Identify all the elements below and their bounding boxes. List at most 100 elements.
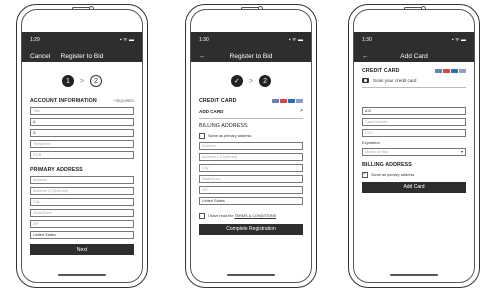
same-as-primary-label: Same as primary address bbox=[208, 133, 252, 138]
add-card-label: ADD CARD bbox=[199, 108, 224, 114]
address-2-field[interactable]: Address 2 (Optional) bbox=[30, 187, 134, 195]
expiration-label: Expiration bbox=[362, 139, 380, 145]
same-as-primary-label: Same as primary address bbox=[371, 172, 415, 177]
card-logo-icon bbox=[451, 69, 458, 73]
phone-add-card: 1:30 ▪ ᯤ ▬ ← Add Card CREDIT CARD Scan y… bbox=[348, 4, 480, 288]
nav-bar: ← Register to Bid bbox=[199, 50, 303, 62]
title-field[interactable]: Title bbox=[30, 107, 134, 115]
terms-prefix: I have read the bbox=[208, 213, 235, 218]
address-field[interactable]: Address bbox=[199, 141, 303, 150]
terms-link[interactable]: TERMS & CONDITIONS bbox=[234, 214, 276, 218]
credit-card-heading: CREDIT CARD bbox=[362, 68, 400, 74]
country-select[interactable]: United States bbox=[199, 196, 303, 205]
card-logo-icon bbox=[443, 69, 450, 73]
step-2-indicator: 2 bbox=[259, 75, 272, 87]
complete-registration-button[interactable]: Complete Registration bbox=[199, 223, 303, 235]
account-info-heading: ACCOUNT INFORMATION bbox=[30, 98, 97, 104]
nav-bar: Cancel Register to Bid bbox=[30, 50, 134, 62]
country-select[interactable]: United States bbox=[30, 231, 134, 239]
city-field[interactable]: City bbox=[199, 163, 303, 172]
divider bbox=[199, 118, 303, 119]
chevron-right-icon: > bbox=[300, 108, 303, 114]
back-arrow-icon[interactable]: ← bbox=[199, 53, 225, 60]
address-2-field[interactable]: Address 2 (Optional) bbox=[199, 152, 303, 161]
same-as-primary-checkbox-row[interactable]: ✓ Same as primary address bbox=[362, 171, 466, 178]
home-indicator bbox=[390, 274, 438, 276]
same-as-primary-checkbox[interactable]: ✓ bbox=[362, 171, 368, 178]
cardholder-name-field[interactable]: A D bbox=[362, 106, 466, 115]
step-indicator: 1 > 2 bbox=[30, 74, 134, 88]
step-2-indicator: 2 bbox=[90, 75, 103, 87]
step-indicator: ✓ > 2 bbox=[199, 74, 303, 88]
dropdown-arrow-icon: ▾ bbox=[460, 149, 463, 155]
first-name-field[interactable]: A bbox=[30, 118, 134, 126]
billing-address-heading: BILLING ADDRESS bbox=[362, 161, 412, 168]
card-logo-icon bbox=[459, 69, 466, 73]
screen: 1:30 ▪ ᯤ ▬ ← Register to Bid ✓ > 2 CREDI… bbox=[190, 9, 312, 283]
address-field[interactable]: Address bbox=[30, 176, 134, 184]
home-indicator bbox=[227, 274, 275, 276]
status-icons: ▪ ᯤ ▬ bbox=[119, 37, 134, 43]
zip-field[interactable]: ZIP bbox=[30, 220, 134, 228]
back-arrow-icon[interactable]: ← bbox=[362, 53, 388, 60]
step-arrow-icon: > bbox=[248, 77, 254, 85]
city-field[interactable]: City bbox=[30, 198, 134, 206]
next-button[interactable]: Next bbox=[30, 244, 134, 255]
card-logos-icon bbox=[435, 69, 466, 73]
state-field[interactable]: State/Zone bbox=[30, 209, 134, 217]
same-as-primary-checkbox[interactable] bbox=[199, 132, 205, 139]
telephone-field[interactable]: Telephone bbox=[30, 140, 134, 148]
camera-icon bbox=[362, 78, 369, 83]
terms-label: I have read the TERMS & CONDITIONS bbox=[208, 214, 276, 218]
phone-register-step-1: 1:29 ▪ ᯤ ▬ Cancel Register to Bid 1 > 2 … bbox=[16, 4, 148, 288]
zip-field[interactable]: ZIP bbox=[199, 185, 303, 194]
step-arrow-icon: > bbox=[79, 77, 85, 85]
card-logo-icon bbox=[272, 99, 279, 103]
form-content: CREDIT CARD Scan your credit card A D Ca… bbox=[362, 64, 466, 264]
screen: 1:29 ▪ ᯤ ▬ Cancel Register to Bid 1 > 2 … bbox=[21, 9, 143, 283]
form-content: ✓ > 2 CREDIT CARD ADD CARD > BILLING ADD… bbox=[199, 64, 303, 264]
page-title: Register to Bid bbox=[229, 52, 273, 60]
page-title: Register to Bid bbox=[60, 52, 104, 60]
card-logos-icon bbox=[272, 99, 303, 103]
billing-address-heading: BILLING ADDRESS bbox=[199, 122, 248, 129]
phone-register-step-2: 1:30 ▪ ᯤ ▬ ← Register to Bid ✓ > 2 CREDI… bbox=[185, 4, 317, 288]
page-title: Add Card bbox=[400, 52, 428, 60]
status-bar: 1:30 ▪ ᯤ ▬ bbox=[199, 36, 303, 44]
expiration-select[interactable]: Month of Year ▾ bbox=[362, 147, 466, 156]
same-as-primary-checkbox-row[interactable]: Same as primary address bbox=[199, 132, 303, 139]
add-card-link[interactable]: ADD CARD > bbox=[199, 108, 303, 114]
card-number-field[interactable]: Card Number bbox=[362, 117, 466, 126]
status-icons: ▪ ᯤ ▬ bbox=[288, 37, 303, 43]
state-field[interactable]: State/Zone bbox=[199, 174, 303, 183]
nav-bar: ← Add Card bbox=[362, 50, 466, 62]
status-bar: 1:30 ▪ ᯤ ▬ bbox=[362, 36, 466, 44]
add-card-button[interactable]: Add Card bbox=[362, 181, 466, 193]
screen: 1:30 ▪ ᯤ ▬ ← Add Card CREDIT CARD Scan y… bbox=[353, 9, 475, 283]
dob-field[interactable]: DOB bbox=[30, 151, 134, 159]
required-note: * REQUIRED bbox=[113, 99, 134, 103]
primary-address-heading: PRIMARY ADDRESS bbox=[30, 167, 83, 173]
step-1-indicator: 1 bbox=[61, 75, 74, 87]
card-logo-icon bbox=[435, 69, 442, 73]
scan-card-button[interactable]: Scan your credit card bbox=[362, 78, 466, 83]
last-name-field[interactable]: D bbox=[30, 129, 134, 137]
home-indicator bbox=[58, 274, 106, 276]
step-1-complete-icon: ✓ bbox=[230, 75, 243, 87]
cvv-field[interactable]: CVV bbox=[362, 128, 466, 137]
status-bar: 1:29 ▪ ᯤ ▬ bbox=[30, 36, 134, 44]
card-logo-icon bbox=[280, 99, 287, 103]
form-content: 1 > 2 ACCOUNT INFORMATION * REQUIRED Tit… bbox=[30, 64, 134, 264]
scan-card-label: Scan your credit card bbox=[373, 78, 417, 83]
card-logo-icon bbox=[288, 99, 295, 103]
status-icons: ▪ ᯤ ▬ bbox=[451, 37, 466, 43]
terms-checkbox-row[interactable]: I have read the TERMS & CONDITIONS bbox=[199, 212, 303, 219]
status-time: 1:30 bbox=[362, 37, 372, 43]
credit-card-heading: CREDIT CARD bbox=[199, 98, 237, 104]
cancel-button[interactable]: Cancel bbox=[30, 53, 56, 60]
terms-checkbox[interactable] bbox=[199, 212, 205, 219]
expiration-value: Month of Year bbox=[365, 149, 389, 154]
status-time: 1:30 bbox=[199, 37, 209, 43]
status-time: 1:29 bbox=[30, 37, 40, 43]
card-logo-icon bbox=[296, 99, 303, 103]
